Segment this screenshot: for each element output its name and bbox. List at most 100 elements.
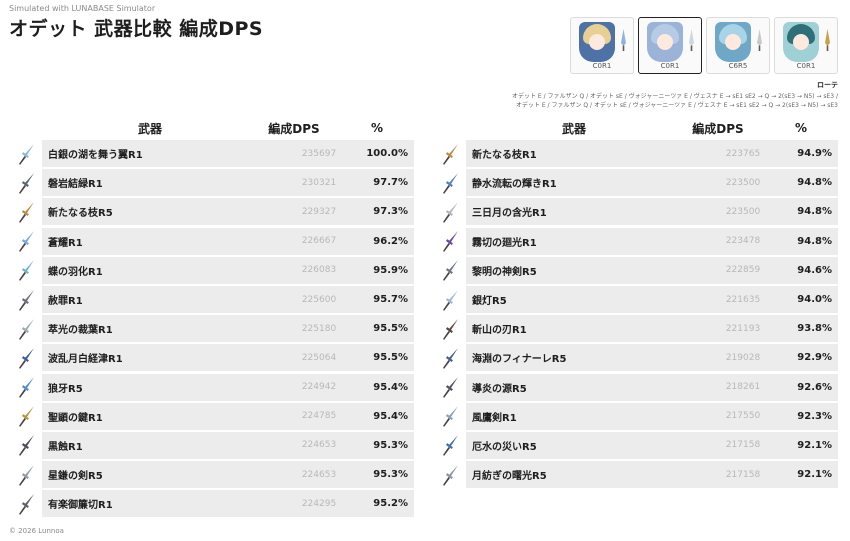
weapon-name: 狼牙R5 [42,373,284,401]
weapon-icon [436,345,464,371]
weapon-icon [12,199,40,225]
weapon-icon [12,491,40,517]
weapon-icon [436,462,464,488]
party-member-3[interactable]: C6R5 [706,17,770,74]
relative-percent: 94.8% [778,227,838,255]
rotation-label: ローテ [817,81,838,89]
table-row: 海淵のフィナーレR5 219028 92.9% [436,343,838,372]
weapon-icon [12,316,40,342]
relative-percent: 92.6% [778,373,838,401]
team-dps-value: 221193 [708,315,778,343]
relative-percent: 92.1% [778,431,838,459]
weapon-name: 霧切の廻光R1 [466,227,708,255]
character-portrait [579,22,615,62]
weapon-icon [12,287,40,313]
weapon-name: 磐岩結緑R1 [42,169,284,197]
table-row: 蒼耀R1 226667 96.2% [12,227,414,256]
table-row: 銀灯R5 221635 94.0% [436,285,838,314]
weapon-icon [436,199,464,225]
relative-percent: 95.4% [354,402,414,430]
relative-percent: 92.3% [778,402,838,430]
weapon-icon [436,403,464,429]
table-row: 黒蝕R1 224653 95.3% [12,431,414,460]
character-portrait [647,22,683,62]
team-dps-value: 217158 [708,431,778,459]
weapon-icon [12,170,40,196]
weapon-name: 白銀の湖を舞う翼R1 [42,140,284,168]
weapon-icon [12,432,40,458]
copyright: © 2026 Lunnoa [9,527,64,535]
character-portrait [715,22,751,62]
team-dps-value: 224653 [284,461,354,489]
column-percent: % [794,121,808,135]
weapon-icon [12,228,40,254]
equipped-weapon-icon [621,29,626,51]
team-dps-value: 224295 [284,490,354,518]
table-header: 武器 編成DPS % [436,117,838,139]
table-row: 三日月の含光R1 223500 94.8% [436,197,838,226]
weapon-icon [436,228,464,254]
weapon-icon [436,374,464,400]
table-row: 風鷹剣R1 217550 92.3% [436,402,838,431]
relative-percent: 95.5% [354,315,414,343]
weapon-icon [436,287,464,313]
constellation-label: C0R1 [660,62,680,70]
table-row: 波乱月白経津R1 225064 95.5% [12,343,414,372]
relative-percent: 95.9% [354,256,414,284]
weapon-name: 斬山の刃R1 [466,315,708,343]
team-dps-value: 226083 [284,256,354,284]
weapon-icon [436,170,464,196]
team-dps-value: 218261 [708,373,778,401]
weapon-name: 波乱月白経津R1 [42,344,284,372]
table-row: 萃光の裁葉R1 225180 95.5% [12,314,414,343]
team-dps-value: 230321 [284,169,354,197]
team-dps-value: 223500 [708,198,778,226]
table-row: 静水流転の輝きR1 223500 94.8% [436,168,838,197]
weapon-icon [12,403,40,429]
team-dps-value: 225600 [284,286,354,314]
relative-percent: 93.8% [778,315,838,343]
table-row: 厄水の災いR5 217158 92.1% [436,431,838,460]
weapon-name: 星鎌の剣R5 [42,461,284,489]
relative-percent: 95.7% [354,286,414,314]
relative-percent: 94.0% [778,286,838,314]
weapon-table-right: 武器 編成DPS % 新たなる枝R1 223765 94.9% 静水流転の輝きR1 22… [436,117,838,489]
party-member-1[interactable]: C0R1 [570,17,634,74]
rotation-sequence-1: オデット E / ファルザン Q / オデット sE / ヴォジャーニーツァ E… [512,93,838,100]
team-dps-value: 217158 [708,461,778,489]
weapon-name: 聖顕の鍵R1 [42,402,284,430]
weapon-name: 厄水の災いR5 [466,431,708,459]
relative-percent: 95.3% [354,461,414,489]
weapon-name: 蝶の羽化R1 [42,256,284,284]
equipped-weapon-icon [757,29,762,51]
weapon-name: 海淵のフィナーレR5 [466,344,708,372]
team-dps-value: 225064 [284,344,354,372]
table-row: 有楽御簾切R1 224295 95.2% [12,489,414,518]
equipped-weapon-icon [689,29,694,51]
party-member-4[interactable]: C0R1 [774,17,838,74]
team-dps-value: 222859 [708,256,778,284]
table-row: 導炎の源R5 218261 92.6% [436,373,838,402]
weapon-name: 黎明の神剣R5 [466,256,708,284]
weapon-icon [436,141,464,167]
team-dps-value: 223765 [708,140,778,168]
weapon-icon [12,374,40,400]
team-dps-value: 224785 [284,402,354,430]
team-dps-value: 221635 [708,286,778,314]
table-row: 蝶の羽化R1 226083 95.9% [12,256,414,285]
table-row: 霧切の廻光R1 223478 94.8% [436,227,838,256]
weapon-icon [12,345,40,371]
weapon-name: 新たなる枝R5 [42,198,284,226]
team-dps-value: 217550 [708,402,778,430]
table-row: 月紡ぎの曙光R5 217158 92.1% [436,460,838,489]
party-member-2[interactable]: C0R1 [638,17,702,74]
relative-percent: 95.2% [354,490,414,518]
relative-percent: 94.8% [778,169,838,197]
relative-percent: 95.3% [354,431,414,459]
relative-percent: 92.9% [778,344,838,372]
weapon-name: 導炎の源R5 [466,373,708,401]
relative-percent: 97.7% [354,169,414,197]
weapon-name: 黒蝕R1 [42,431,284,459]
weapon-name: 銀灯R5 [466,286,708,314]
table-row: 黎明の神剣R5 222859 94.6% [436,256,838,285]
